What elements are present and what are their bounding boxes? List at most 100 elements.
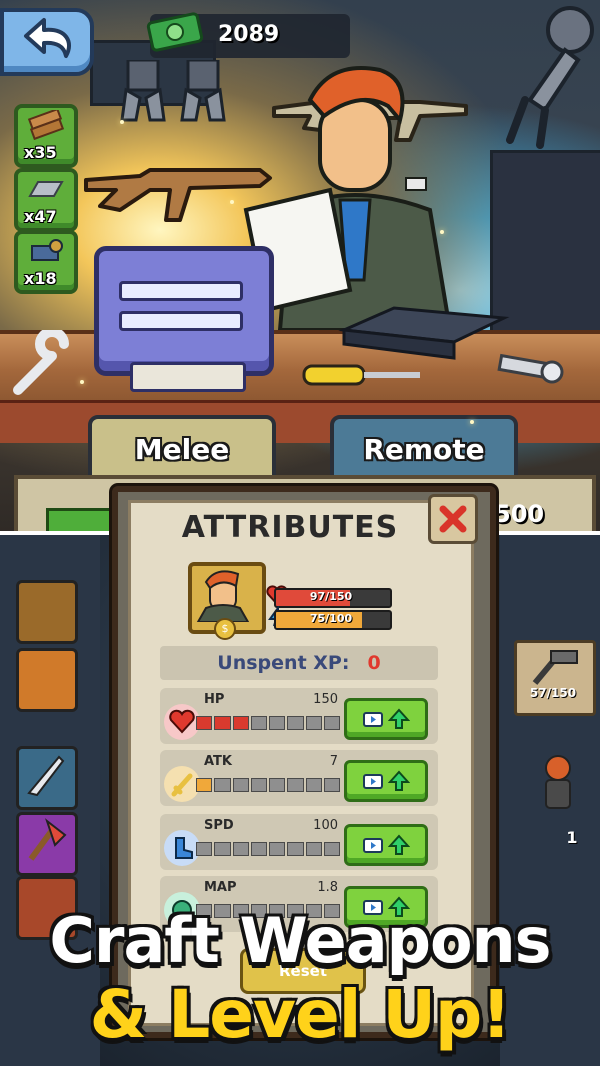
level-segment [196, 842, 213, 856]
upgrade-hp-button[interactable] [344, 698, 428, 740]
crate-slot [119, 311, 243, 331]
hero-portrait [196, 570, 250, 623]
attribute-value: 100 [313, 818, 338, 833]
level-segment [250, 842, 267, 856]
close-button[interactable] [428, 494, 478, 544]
tab-label: Remote [363, 432, 485, 466]
green-button-partial[interactable] [46, 508, 112, 533]
dialog-title: ATTRIBUTES [181, 510, 399, 545]
level-segment [305, 716, 322, 730]
hp-bar-text: 97/150 [309, 590, 353, 603]
level-segment [214, 778, 231, 792]
back-arrow-icon [24, 18, 72, 58]
price-partial: 500 [494, 500, 545, 528]
resource-count: x47 [24, 207, 57, 226]
tab-melee[interactable]: Melee [88, 415, 276, 483]
weapon-card[interactable] [514, 640, 596, 716]
level-segment [305, 778, 322, 792]
level-segment [269, 778, 286, 792]
close-icon [439, 505, 467, 533]
sparkle [80, 380, 84, 384]
resource-count: x35 [24, 143, 57, 162]
tab-label: Melee [134, 432, 230, 466]
tab-remote[interactable]: Remote [330, 415, 518, 483]
level-segment [287, 842, 304, 856]
cash-icon [146, 12, 204, 52]
sword-icon [164, 766, 200, 802]
scroll-count: 1 [566, 828, 578, 847]
sparkle [440, 230, 444, 234]
side-slot-item[interactable] [16, 648, 78, 712]
attribute-value: 7 [329, 754, 338, 769]
boot-icon [164, 830, 200, 866]
level-segment [232, 778, 249, 792]
level-segment [269, 842, 286, 856]
level-badge: $ [214, 618, 236, 640]
sparkle [120, 120, 124, 124]
xp-value: 0 [367, 652, 381, 674]
screw-icon [497, 353, 564, 384]
resource-slot-wood[interactable]: x35 [14, 104, 78, 168]
level-segment [269, 716, 286, 730]
side-slot-axe[interactable] [16, 812, 78, 876]
crate-base [130, 362, 246, 392]
level-segment [232, 842, 249, 856]
hammer-icon [532, 650, 578, 685]
level-segment [250, 778, 267, 792]
sparkle [230, 200, 234, 204]
side-slot-knife[interactable] [16, 746, 78, 810]
promo-line-1: Craft Weapons [49, 904, 551, 977]
npc-character [545, 755, 571, 809]
robot-claw-icon [120, 60, 226, 122]
metal-ingot-icon [28, 181, 64, 197]
arrow-up-icon [388, 770, 410, 791]
attribute-name: MAP [204, 880, 237, 895]
video-ad-icon [363, 712, 383, 727]
screwdriver-icon [302, 364, 420, 386]
attribute-name: SPD [204, 818, 234, 833]
arrow-up-icon [388, 834, 410, 855]
sparkle [470, 420, 474, 424]
crate-slot [119, 281, 243, 301]
resource-slot-parts[interactable]: x18 [14, 230, 78, 294]
currency-amount: 2089 [218, 22, 280, 47]
level-segment [214, 842, 231, 856]
video-ad-icon [363, 774, 383, 789]
heart-icon [164, 704, 200, 740]
attribute-name: HP [204, 692, 225, 707]
crafting-scene: 2089 x35 x47 x18 Melee Remote 500 [0, 0, 600, 533]
upgrade-spd-button[interactable] [344, 824, 428, 866]
side-slot-orange[interactable] [16, 580, 78, 644]
level-segment [196, 716, 213, 730]
level-segment [250, 716, 267, 730]
level-segment [323, 842, 340, 856]
level-segment [214, 716, 231, 730]
parts-icon [31, 239, 63, 261]
level-segment [323, 716, 340, 730]
arrow-up-icon [388, 708, 410, 729]
unspent-xp-row: Unspent XP: 0 [160, 646, 438, 680]
attribute-level-bar [196, 778, 340, 792]
wrench-icon [13, 330, 69, 395]
crafting-crate[interactable] [94, 246, 274, 376]
level-segment [196, 778, 213, 792]
attribute-value: 1.8 [317, 880, 338, 895]
back-button[interactable] [0, 8, 94, 76]
energy-bar-text: 75/100 [309, 612, 353, 625]
resource-slot-metal[interactable]: x47 [14, 168, 78, 232]
promo-line-2: & Level Up! [89, 976, 512, 1053]
level-segment [305, 842, 322, 856]
knife-icon [27, 755, 65, 797]
upgrade-atk-button[interactable] [344, 760, 428, 802]
wood-plank-icon [27, 110, 65, 140]
level-segment [232, 716, 249, 730]
attribute-level-bar [196, 842, 340, 856]
attribute-level-bar [196, 716, 340, 730]
level-segment [287, 716, 304, 730]
video-ad-icon [363, 838, 383, 853]
level-segment [287, 778, 304, 792]
blacksmith-character [243, 66, 453, 330]
attribute-name: ATK [204, 754, 232, 769]
attribute-value: 150 [313, 692, 338, 707]
axe-icon [28, 818, 67, 861]
